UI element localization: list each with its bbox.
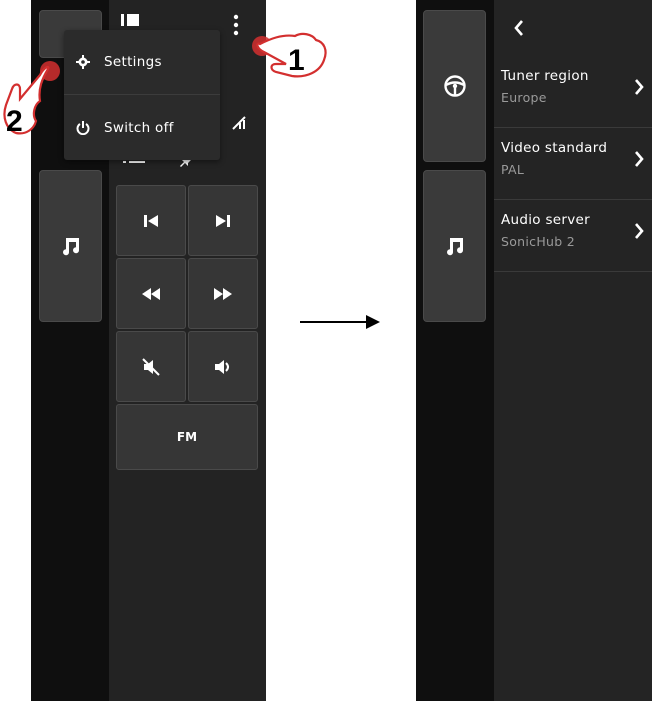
band-fm-button[interactable]: FM [116, 404, 258, 470]
transition-arrow-icon [300, 315, 380, 329]
fast-forward-button[interactable] [188, 258, 258, 329]
skip-previous-icon [144, 214, 158, 227]
steering-wheel-icon [443, 75, 466, 97]
skip-previous-button[interactable] [116, 185, 186, 256]
setting-value: PAL [501, 162, 525, 177]
more-vert-icon[interactable] [233, 14, 239, 36]
skip-next-icon [216, 214, 230, 227]
rail-tile-music[interactable] [423, 170, 486, 322]
fast-forward-icon [214, 287, 232, 300]
music-note-icon [62, 238, 79, 256]
volume-up-button[interactable] [188, 331, 258, 402]
power-icon [76, 121, 90, 135]
tap-callout-1: 1 [240, 14, 335, 89]
menu-divider [64, 94, 220, 95]
music-note-icon [446, 238, 463, 256]
rail-tile-music[interactable] [39, 170, 102, 322]
setting-title: Video standard [501, 140, 608, 156]
overflow-menu: Settings Switch off [64, 30, 220, 160]
chevron-right-icon [635, 151, 644, 167]
display-icon [121, 14, 139, 26]
rewind-button[interactable] [116, 258, 186, 329]
signal-off-icon [232, 116, 246, 130]
menu-item-label: Settings [104, 54, 162, 70]
rewind-icon [142, 287, 160, 300]
side-rail [416, 0, 494, 701]
volume-mute-icon [142, 357, 160, 376]
tap-callout-2: 2 [0, 55, 75, 145]
setting-tuner-region[interactable]: Tuner region Europe [494, 56, 652, 128]
settings-content: Tuner region Europe Video standard PAL A… [494, 0, 652, 701]
callout-number-1: 1 [288, 44, 305, 77]
setting-value: Europe [501, 90, 547, 105]
setting-title: Audio server [501, 212, 590, 228]
gear-icon [76, 55, 90, 69]
rail-tile-vehicle[interactable] [423, 10, 486, 162]
mute-button[interactable] [116, 331, 186, 402]
menu-item-settings[interactable]: Settings [64, 42, 220, 82]
chevron-right-icon [635, 223, 644, 239]
setting-audio-server[interactable]: Audio server SonicHub 2 [494, 200, 652, 272]
menu-item-switch-off[interactable]: Switch off [64, 108, 220, 148]
device-screen-after: Tuner region Europe Video standard PAL A… [416, 0, 652, 701]
skip-next-button[interactable] [188, 185, 258, 256]
menu-item-label: Switch off [104, 120, 174, 136]
volume-up-icon [215, 359, 229, 374]
chevron-left-icon[interactable] [514, 20, 524, 36]
setting-value: SonicHub 2 [501, 234, 576, 249]
setting-title: Tuner region [501, 68, 589, 84]
chevron-right-icon [635, 79, 644, 95]
callout-number-2: 2 [6, 105, 23, 138]
setting-video-standard[interactable]: Video standard PAL [494, 128, 652, 200]
